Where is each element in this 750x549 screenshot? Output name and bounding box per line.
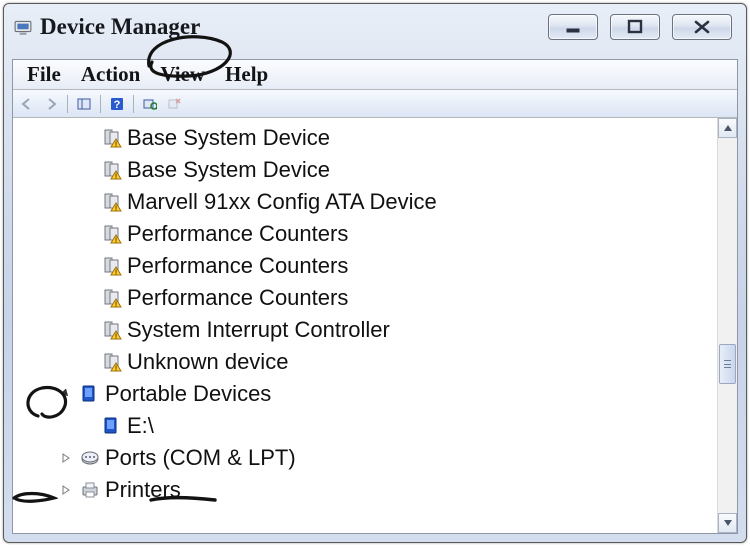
tree-node-label: Printers [105, 474, 181, 506]
tree-node-label: Base System Device [127, 154, 330, 186]
tree-node-label: Performance Counters [127, 282, 348, 314]
tree-node-other-device[interactable]: ! Performance Counters [43, 250, 737, 282]
tree-node-other-device[interactable]: ! Base System Device [43, 122, 737, 154]
printer-icon [79, 479, 101, 501]
svg-text:!: ! [115, 142, 117, 149]
svg-text:?: ? [114, 99, 121, 111]
tree-node-other-device[interactable]: ! System Interrupt Controller [43, 314, 737, 346]
tree-node-other-device[interactable]: ! Performance Counters [43, 282, 737, 314]
device-tree: ! Base System Device ! Base System Devic… [13, 118, 737, 533]
svg-text:!: ! [115, 206, 117, 213]
tree-category-printers[interactable]: Printers [43, 474, 737, 506]
back-button [17, 94, 37, 114]
device-warning-icon: ! [101, 319, 123, 341]
tree-node-other-device[interactable]: ! Base System Device [43, 154, 737, 186]
minimize-button[interactable] [548, 14, 598, 40]
tree-node-label: Marvell 91xx Config ATA Device [127, 186, 437, 218]
device-warning-icon: ! [101, 351, 123, 373]
tree-node-label: System Interrupt Controller [127, 314, 390, 346]
window-frame: Device Manager File Action View Help [3, 3, 747, 543]
device-warning-icon: ! [101, 191, 123, 213]
tree-node-label: Unknown device [127, 346, 288, 378]
tree-node-label: Ports (COM & LPT) [105, 442, 296, 474]
toolbar-separator [100, 95, 101, 113]
svg-text:!: ! [115, 334, 117, 341]
tree-node-label: E:\ [127, 410, 154, 442]
device-manager-icon [14, 18, 32, 36]
portable-device-icon [101, 415, 123, 437]
svg-text:!: ! [115, 366, 117, 373]
scroll-down-button[interactable] [718, 513, 737, 533]
maximize-button[interactable] [610, 14, 660, 40]
help-button[interactable]: ? [107, 94, 127, 114]
window-buttons [548, 14, 732, 40]
device-warning-icon: ! [101, 223, 123, 245]
scan-hardware-button[interactable] [140, 94, 160, 114]
client-area: File Action View Help ? [12, 59, 738, 534]
portable-device-icon [79, 383, 101, 405]
show-hide-console-button[interactable] [74, 94, 94, 114]
window-title: Device Manager [40, 14, 200, 40]
scroll-thumb[interactable] [719, 344, 736, 384]
uninstall-button [164, 94, 184, 114]
menu-action[interactable]: Action [71, 60, 151, 89]
menu-help[interactable]: Help [215, 60, 278, 89]
port-icon [79, 447, 101, 469]
tree-node-other-device[interactable]: ! Marvell 91xx Config ATA Device [43, 186, 737, 218]
tree-node-label: Performance Counters [127, 250, 348, 282]
titlebar: Device Manager [4, 4, 746, 50]
tree-node-label: Base System Device [127, 122, 330, 154]
scroll-track[interactable] [718, 138, 737, 513]
toolbar-separator [67, 95, 68, 113]
svg-text:!: ! [115, 270, 117, 277]
toolbar: ? [13, 90, 737, 118]
tree-category-portable-devices[interactable]: Portable Devices [43, 378, 737, 410]
vertical-scrollbar [717, 118, 737, 533]
device-warning-icon: ! [101, 159, 123, 181]
tree-node-other-device[interactable]: ! Unknown device [43, 346, 737, 378]
expander-collapsed-icon[interactable] [59, 483, 73, 497]
tree-node-label: Performance Counters [127, 218, 348, 250]
tree-node-other-device[interactable]: ! Performance Counters [43, 218, 737, 250]
device-warning-icon: ! [101, 127, 123, 149]
svg-text:!: ! [115, 174, 117, 181]
menu-file[interactable]: File [17, 60, 71, 89]
expander-expanded-icon[interactable] [59, 387, 73, 401]
forward-button [41, 94, 61, 114]
menu-view[interactable]: View [150, 60, 215, 89]
scroll-up-button[interactable] [718, 118, 737, 138]
toolbar-separator [133, 95, 134, 113]
device-warning-icon: ! [101, 255, 123, 277]
tree-node-label: Portable Devices [105, 378, 271, 410]
svg-text:!: ! [115, 238, 117, 245]
tree-category-ports[interactable]: Ports (COM & LPT) [43, 442, 737, 474]
close-button[interactable] [672, 14, 732, 40]
device-warning-icon: ! [101, 287, 123, 309]
expander-collapsed-icon[interactable] [59, 451, 73, 465]
tree-node-portable-drive[interactable]: E:\ [43, 410, 737, 442]
svg-text:!: ! [115, 302, 117, 309]
menu-bar: File Action View Help [13, 60, 737, 90]
